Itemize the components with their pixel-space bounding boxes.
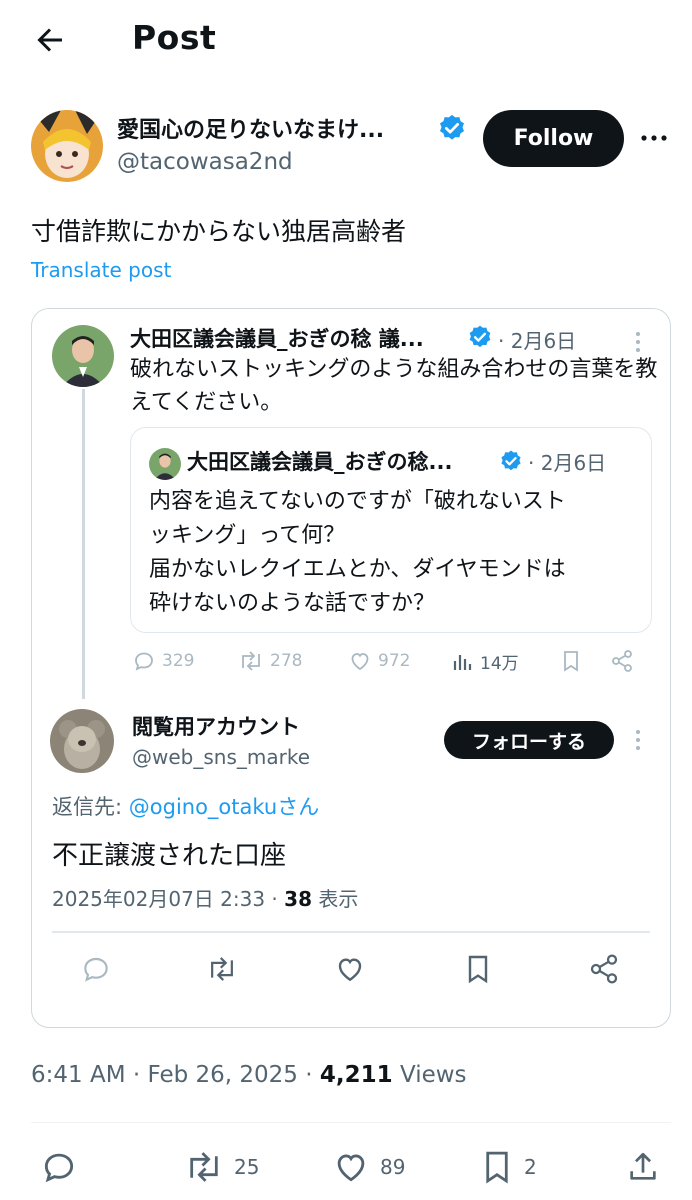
reply-icon [135, 652, 153, 671]
quoted-views-stat: 14万 [452, 649, 519, 674]
nested-text-line: 届かないレクイエムとか、ダイヤモンドは [149, 557, 566, 582]
quoted-retweet-stat: 278 [238, 649, 302, 673]
verified-badge-icon [467, 324, 493, 350]
upload-share-icon [626, 1148, 660, 1186]
reply-to-handle: @ogino_otakuさん [128, 795, 320, 819]
reply-views-count: 38 [284, 887, 312, 911]
more-options-icon[interactable] [638, 122, 670, 154]
retweet-count: 25 [234, 1155, 260, 1179]
quoted-reply-stat: 329 [132, 649, 194, 673]
reply-views-label: 表示 [318, 887, 359, 911]
nested-author-name: 大田区議会議員_おぎの稔... [187, 450, 453, 474]
reply-timestamp: 2025年02月07日 2:33 [52, 887, 266, 911]
heart-icon [334, 953, 366, 985]
back-arrow-icon[interactable] [32, 22, 68, 58]
thread-line [82, 389, 85, 699]
embedded-screenshot[interactable]: 大田区議会議員_おぎの稔 議... · 2月6日 破れないストッキングのような組… [31, 308, 671, 1028]
nested-author-avatar [149, 448, 181, 480]
nested-quote-card: 大田区議会議員_おぎの稔... · 2月6日 内容を追えてないのですが「破れない… [130, 427, 652, 633]
post-date[interactable]: Feb 26, 2025 [147, 1062, 297, 1088]
follow-button[interactable]: Follow [483, 110, 624, 167]
post-views-count: 4,211 [319, 1062, 393, 1088]
like-count: 972 [378, 651, 411, 671]
reply-to-prefix: 返信先: [52, 795, 129, 819]
reply-to-line: 返信先: @ogino_otakuさん [52, 791, 319, 821]
more-options-icon [630, 727, 646, 753]
quoted-text: 破れないストッキングのような組み合わせの言葉を教えてください。 [130, 357, 658, 415]
like-count: 89 [380, 1155, 406, 1179]
quoted-like-stat: 972 [348, 649, 410, 673]
share-button[interactable] [626, 1148, 660, 1186]
nested-text-line: ッキング」って何？ [149, 523, 346, 548]
quoted-author-avatar [52, 325, 114, 387]
nested-text-line: 砕けないのような話ですか？ [149, 591, 436, 616]
bookmark-icon [462, 953, 494, 985]
heart-icon [351, 653, 369, 671]
reply-author-handle: @web_sns_marke [132, 745, 311, 769]
like-button[interactable]: 89 [332, 1148, 405, 1186]
bookmark-icon [480, 1148, 514, 1186]
reply-author-name: 閲覧用アカウント [132, 715, 300, 739]
translate-post-link[interactable]: Translate post [31, 258, 171, 282]
author-name[interactable]: 愛国心の足りないなまけ... [117, 112, 384, 144]
divider [52, 931, 650, 933]
retweet-button[interactable]: 25 [184, 1148, 259, 1186]
reply-author-avatar [50, 709, 114, 773]
divider [31, 1122, 671, 1123]
reply-icon [80, 953, 112, 985]
reply-icon [40, 1148, 78, 1186]
quoted-author-name: 大田区議会議員_おぎの稔 議... [130, 327, 424, 351]
verified-badge-icon [437, 113, 467, 143]
views-icon [453, 654, 472, 670]
nested-text: 内容を追えてないのですが「破れないスト ッキング」って何？ 届かないレクイエムと… [149, 485, 639, 621]
author-avatar[interactable] [31, 110, 103, 182]
post-views-label: Views [399, 1062, 467, 1088]
nested-date: · 2月6日 [528, 451, 607, 475]
reply-count: 329 [162, 651, 195, 671]
bookmark-button[interactable]: 2 [480, 1148, 537, 1186]
more-options-icon [630, 329, 646, 355]
share-icon [588, 953, 620, 985]
author-handle[interactable]: @tacowasa2nd [117, 149, 293, 175]
retweet-icon [206, 953, 238, 985]
verified-badge-icon [499, 449, 523, 473]
post-text: 寸借詐欺にかからない独居高齢者 [31, 217, 407, 246]
reply-button[interactable] [40, 1148, 78, 1186]
quoted-date: · 2月6日 [498, 329, 577, 353]
retweet-count: 278 [270, 651, 303, 671]
bookmark-icon [560, 649, 582, 673]
share-icon [610, 649, 634, 673]
heart-icon [332, 1148, 370, 1186]
reply-meta: 2025年02月07日 2:33 · 38 表示 [52, 887, 359, 911]
reply-text: 不正譲渡された口座 [52, 841, 287, 871]
reply-follow-button: フォローする [444, 721, 614, 759]
post-time[interactable]: 6:41 AM [31, 1062, 126, 1088]
retweet-icon [242, 651, 260, 671]
bookmark-count: 2 [524, 1155, 537, 1179]
post-timestamp: 6:41 AM · Feb 26, 2025 · 4,211 Views [31, 1062, 467, 1088]
views-count: 14万 [480, 654, 519, 674]
nested-text-line: 内容を追えてないのですが「破れないスト [149, 489, 566, 514]
retweet-icon [184, 1148, 224, 1186]
page-title: Post [132, 18, 217, 57]
